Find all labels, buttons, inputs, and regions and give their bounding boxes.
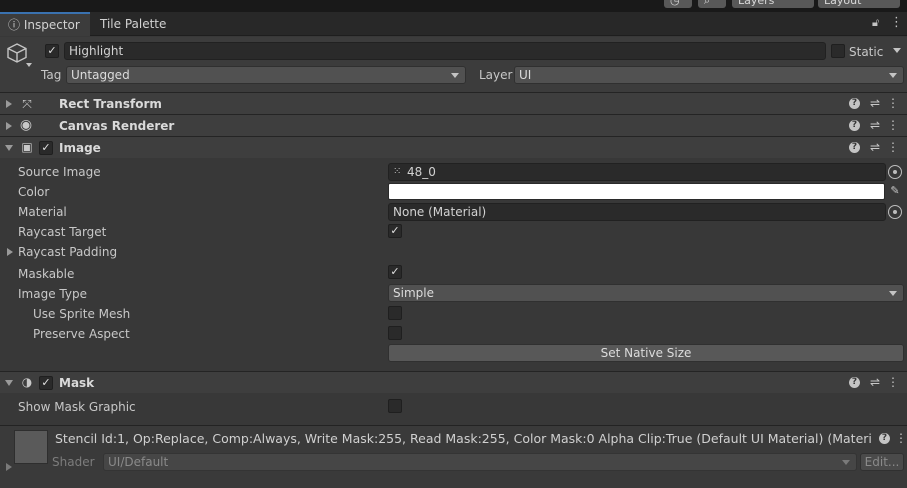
tab-bar: ⓘ Inspector Tile Palette 🔓︎ ⋮ xyxy=(0,12,907,36)
component-menu-kebab-icon[interactable]: ⋮ xyxy=(886,118,900,132)
component-menu-kebab-icon[interactable]: ⋮ xyxy=(886,140,900,154)
chevron-down-icon xyxy=(889,291,897,296)
help-icon[interactable]: ? xyxy=(879,433,890,444)
source-image-field[interactable]: ⁙ 48_0 xyxy=(388,163,886,181)
foldout-expanded-icon[interactable] xyxy=(5,145,13,151)
rect-transform-title: Rect Transform xyxy=(59,97,162,111)
image-type-value: Simple xyxy=(393,286,434,300)
sprite-icon: ⁙ xyxy=(393,166,402,177)
image-body: Source Image ⁙ 48_0 Color ✎ Material Non… xyxy=(0,158,907,371)
preset-sliders-icon[interactable]: ⇌ xyxy=(868,96,882,110)
foldout-collapsed-icon[interactable] xyxy=(6,463,12,471)
static-dropdown-caret-icon[interactable] xyxy=(893,48,901,53)
canvas-renderer-header[interactable]: ◉ Canvas Renderer ? ⇌ ⋮ xyxy=(0,114,907,136)
preset-sliders-icon[interactable]: ⇌ xyxy=(868,118,882,132)
image-enabled-checkbox[interactable]: ✓ xyxy=(39,141,53,155)
material-field[interactable]: None (Material) xyxy=(388,203,886,221)
shader-label: Shader xyxy=(52,455,95,469)
show-mask-graphic-label: Show Mask Graphic xyxy=(18,400,136,414)
image-component-icon: ▣ xyxy=(21,140,33,154)
component-menu-kebab-icon[interactable]: ⋮ xyxy=(886,375,900,389)
mask-body: Show Mask Graphic xyxy=(0,393,907,425)
chevron-down-icon xyxy=(889,73,897,78)
help-icon[interactable]: ? xyxy=(849,377,860,388)
gameobject-name-field[interactable]: Highlight xyxy=(64,42,826,60)
active-checkbox[interactable]: ✓ xyxy=(45,44,59,58)
search-icon[interactable]: ⌕ xyxy=(698,0,726,8)
raycast-target-label: Raycast Target xyxy=(18,225,107,239)
chevron-down-icon xyxy=(842,460,850,465)
maskable-label: Maskable xyxy=(18,267,75,281)
raycast-padding-label[interactable]: Raycast Padding xyxy=(18,244,117,260)
foldout-expanded-icon[interactable] xyxy=(5,380,13,386)
help-icon[interactable]: ? xyxy=(849,142,860,153)
foldout-collapsed-icon[interactable] xyxy=(7,248,13,256)
image-title: Image xyxy=(59,141,101,155)
tag-value: Untagged xyxy=(71,68,130,82)
image-header[interactable]: ▣ ✓ Image ? ⇌ ⋮ xyxy=(0,136,907,158)
chevron-down-icon xyxy=(451,73,459,78)
preset-sliders-icon[interactable]: ⇌ xyxy=(868,140,882,154)
lock-icon[interactable]: 🔓︎ xyxy=(872,16,879,30)
edit-shader-button[interactable]: Edit... xyxy=(860,453,904,471)
maskable-checkbox[interactable]: ✓ xyxy=(388,265,402,279)
object-picker-icon[interactable] xyxy=(888,205,902,219)
layer-dropdown[interactable]: UI xyxy=(514,66,904,84)
icon-dropdown-caret-icon[interactable] xyxy=(26,63,32,67)
color-label: Color xyxy=(18,185,50,199)
tag-label: Tag xyxy=(41,68,62,82)
mask-enabled-checkbox[interactable]: ✓ xyxy=(39,376,53,390)
layout-dropdown[interactable]: Layout xyxy=(818,0,900,8)
help-icon[interactable]: ? xyxy=(849,98,860,109)
raycast-target-checkbox[interactable]: ✓ xyxy=(388,224,402,238)
canvas-renderer-title: Canvas Renderer xyxy=(59,119,175,133)
gameobject-cube-icon xyxy=(7,43,27,63)
preserve-aspect-label: Preserve Aspect xyxy=(33,327,130,341)
use-sprite-mesh-label: Use Sprite Mesh xyxy=(33,307,131,321)
material-menu-kebab-icon[interactable]: ⋮ xyxy=(894,431,907,445)
inspector-icon: ⓘ xyxy=(8,18,21,32)
color-swatch[interactable] xyxy=(388,183,885,200)
layer-label: Layer xyxy=(479,68,513,82)
tab-inspector[interactable]: ⓘ Inspector xyxy=(0,12,90,36)
tag-dropdown[interactable]: Untagged xyxy=(66,66,466,84)
material-thumbnail xyxy=(14,430,48,464)
material-label: Material xyxy=(18,205,67,219)
mask-header[interactable]: ◑ ✓ Mask ? ⇌ ⋮ xyxy=(0,371,907,393)
material-description: Stencil Id:1, Op:Replace, Comp:Always, W… xyxy=(55,431,872,446)
image-type-dropdown[interactable]: Simple xyxy=(388,284,904,302)
top-toolbar: ◷ ⌕ Layers Layout xyxy=(0,0,907,12)
rect-transform-header[interactable]: ⤧ Rect Transform ? ⇌ ⋮ xyxy=(0,92,907,114)
history-icon[interactable]: ◷ xyxy=(664,0,692,8)
eyedropper-icon[interactable]: ✎ xyxy=(888,184,902,198)
layer-value: UI xyxy=(519,68,532,82)
foldout-collapsed-icon[interactable] xyxy=(6,122,12,130)
shader-dropdown[interactable]: UI/Default xyxy=(103,453,857,471)
preserve-aspect-checkbox[interactable] xyxy=(388,326,402,340)
component-menu-kebab-icon[interactable]: ⋮ xyxy=(886,96,900,110)
image-type-label: Image Type xyxy=(18,287,87,301)
tab-menu-kebab-icon[interactable]: ⋮ xyxy=(890,15,903,30)
layers-dropdown[interactable]: Layers xyxy=(732,0,814,8)
show-mask-graphic-checkbox[interactable] xyxy=(388,399,402,413)
tab-tile-palette[interactable]: Tile Palette xyxy=(100,12,180,36)
gameobject-header: ✓ Highlight Static Tag Untagged Layer UI xyxy=(0,37,907,92)
help-icon[interactable]: ? xyxy=(849,120,860,131)
mask-title: Mask xyxy=(59,376,95,390)
static-checkbox[interactable] xyxy=(831,44,845,58)
source-image-label: Source Image xyxy=(18,165,101,179)
set-native-size-button[interactable]: Set Native Size xyxy=(388,344,904,362)
mask-component-icon: ◑ xyxy=(21,375,33,389)
foldout-collapsed-icon[interactable] xyxy=(6,100,12,108)
static-label: Static xyxy=(849,45,884,59)
object-picker-icon[interactable] xyxy=(888,165,902,179)
shader-value: UI/Default xyxy=(108,455,169,469)
use-sprite-mesh-checkbox[interactable] xyxy=(388,306,402,320)
source-image-value: 48_0 xyxy=(407,165,436,179)
eye-icon: ◉ xyxy=(19,117,33,133)
rect-transform-icon: ⤧ xyxy=(22,97,32,111)
preset-sliders-icon[interactable]: ⇌ xyxy=(868,375,882,389)
material-preview-section: Stencil Id:1, Op:Replace, Comp:Always, W… xyxy=(0,425,907,488)
tab-inspector-label: Inspector xyxy=(23,18,80,32)
